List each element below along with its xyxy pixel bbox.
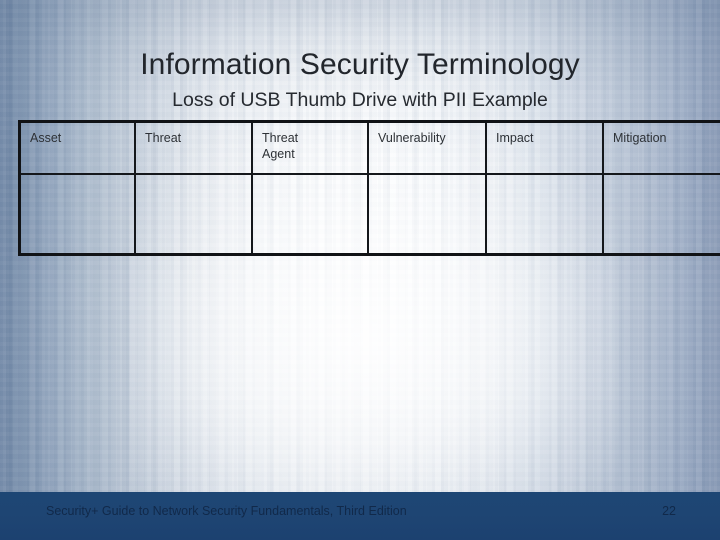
footer-page-number: 22	[662, 504, 676, 518]
presentation-slide: Information Security Terminology Loss of…	[0, 0, 720, 540]
slide-footer-bar: Security+ Guide to Network Security Fund…	[0, 492, 720, 540]
table-header-label: Impact	[496, 131, 534, 145]
table-header-row: Asset Threat Threat Agent Vulnerability …	[18, 120, 720, 175]
footer-source-text: Security+ Guide to Network Security Fund…	[46, 504, 407, 518]
slide-subtitle: Loss of USB Thumb Drive with PII Example	[172, 89, 548, 111]
table-header-label: Vulnerability	[378, 131, 446, 145]
table-header-label: Asset	[30, 131, 62, 145]
table-header-cell-threat-agent: Threat Agent	[251, 120, 369, 175]
table-header-cell-asset: Asset	[18, 120, 136, 175]
terminology-table: Asset Threat Threat Agent Vulnerability …	[18, 120, 720, 256]
table-cell-mitigation	[602, 173, 720, 256]
table-header-cell-threat: Threat	[134, 120, 253, 175]
title-block: Information Security Terminology Loss of…	[0, 47, 720, 112]
table-header-cell-vulnerability: Vulnerability	[367, 120, 487, 175]
table-cell-threat-agent	[251, 173, 369, 256]
table-cell-threat	[134, 173, 253, 256]
table-header-label: Threat	[145, 131, 182, 145]
table-header-cell-mitigation: Mitigation	[602, 120, 720, 175]
table-row	[18, 173, 720, 256]
slide-title: Information Security Terminology	[140, 48, 580, 81]
table-cell-impact	[485, 173, 604, 256]
table-cell-asset	[18, 173, 136, 256]
table-header-label: Threat Agent	[262, 131, 299, 161]
table-cell-vulnerability	[367, 173, 487, 256]
table-header-label: Mitigation	[613, 131, 667, 145]
table-header-cell-impact: Impact	[485, 120, 604, 175]
